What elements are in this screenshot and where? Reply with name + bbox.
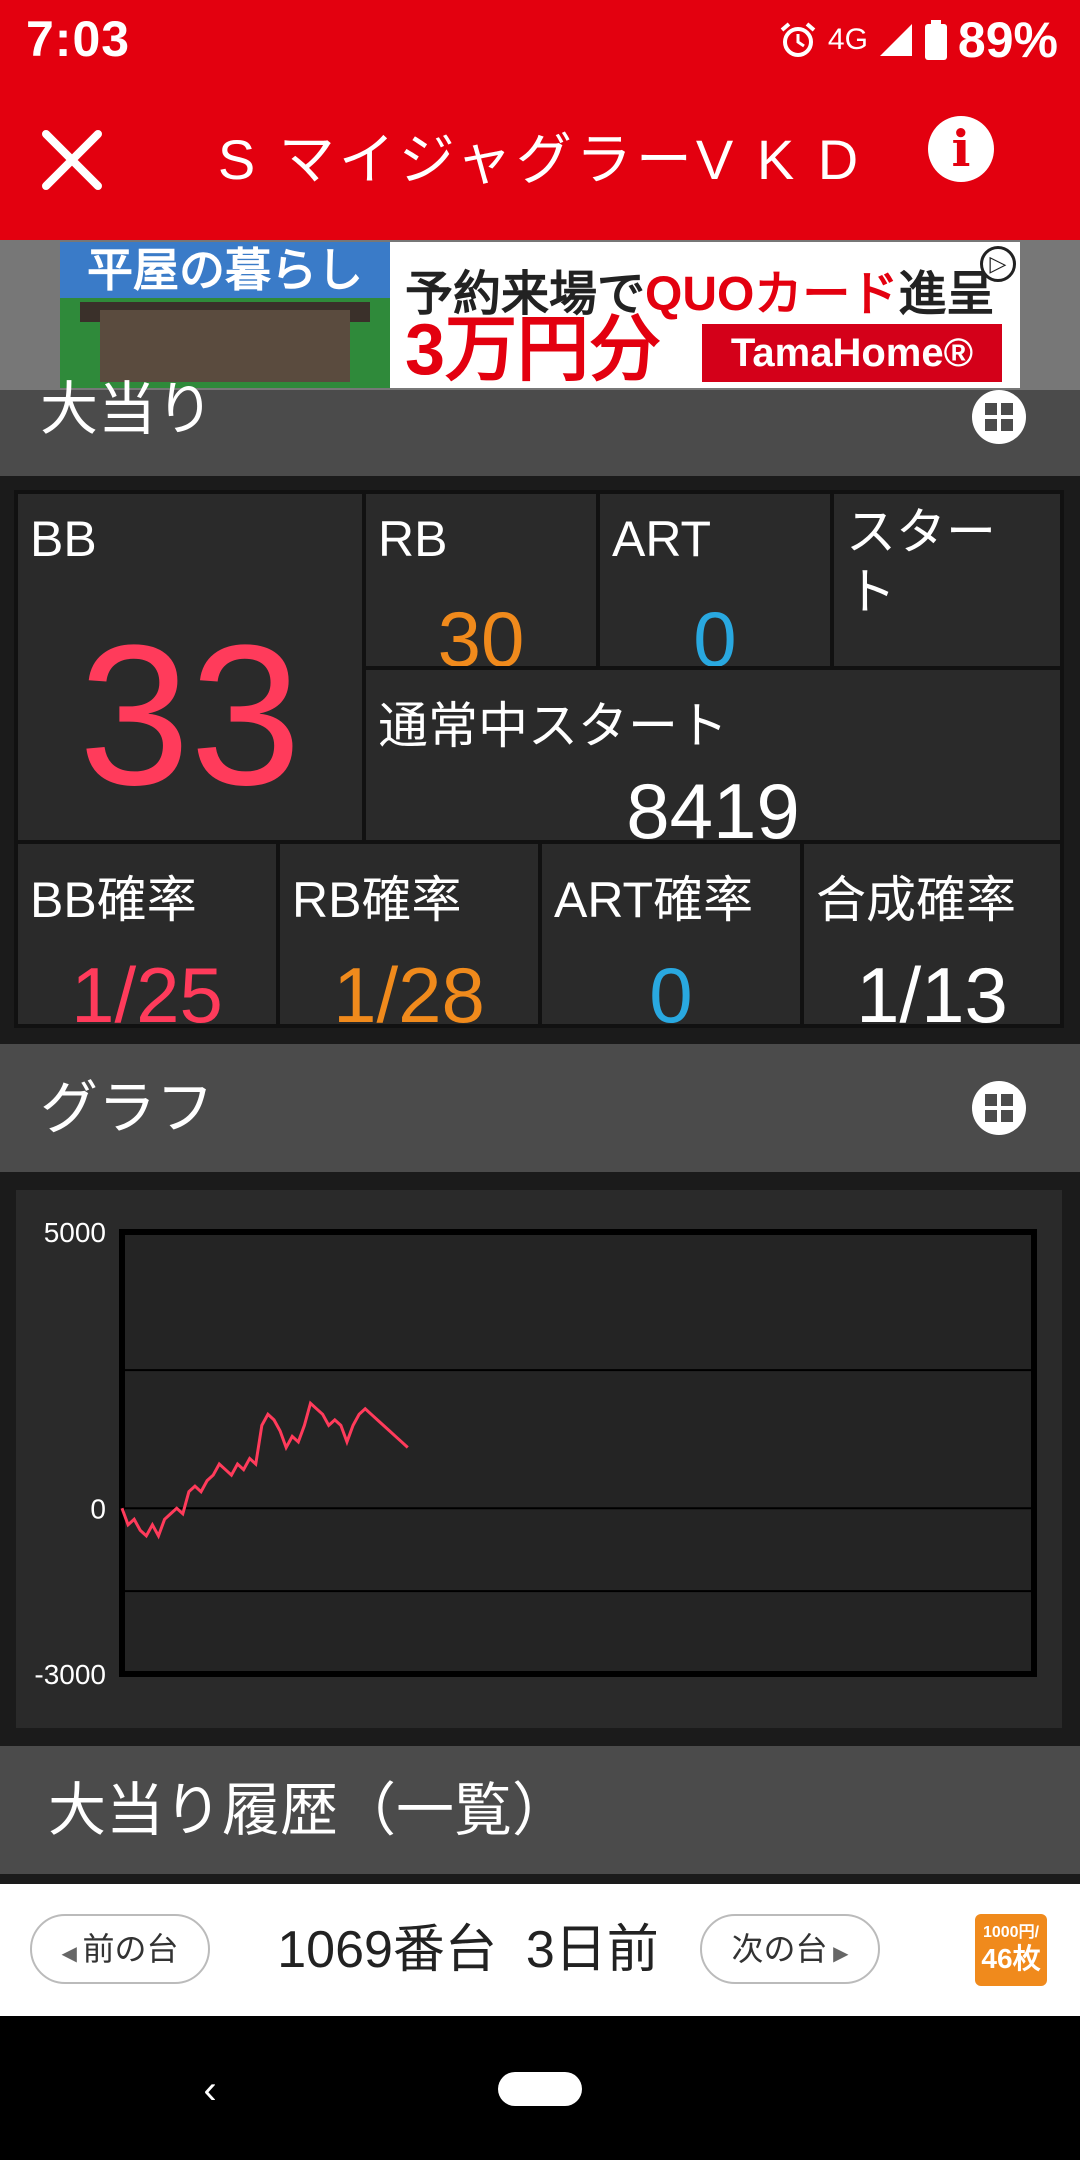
start-label: スタート: [846, 504, 996, 620]
rb-count: 30: [437, 595, 525, 666]
stats-table: BB 33 RB 30 ART 0 スタート 通常中スタート 8419 BB確率…: [14, 490, 1064, 1028]
next-machine-label: 次の台: [731, 1931, 828, 1967]
slump-graph: 5000 0 -3000: [34, 1217, 1037, 1690]
status-bar: 7:03 4G 89%: [0, 0, 1080, 80]
rb-prob-label: RB確率: [292, 872, 462, 928]
rate-badge[interactable]: 1000円/ 46枚: [975, 1914, 1047, 1986]
bb-prob-value: 1/25: [71, 951, 223, 1024]
battery-icon: [924, 20, 947, 60]
bb-prob-label: BB確率: [30, 872, 197, 928]
app-header: S マイジャグラーV K D: [0, 80, 1080, 240]
alarm-icon: [780, 22, 816, 57]
ad-choices-icon[interactable]: ▷: [980, 246, 1016, 282]
art-count: 0: [693, 595, 737, 666]
network-type: 4G: [827, 23, 868, 56]
normal-start-count: 8419: [626, 767, 800, 840]
bb-cell: BB 33: [18, 494, 362, 840]
prev-machine-label: 前の台: [82, 1931, 179, 1967]
status-time: 7:03: [26, 11, 131, 67]
bb-count: 33: [78, 604, 302, 827]
caret-right-icon: ▶: [827, 1943, 849, 1965]
y-tick-label: 5000: [44, 1217, 106, 1248]
next-machine-button[interactable]: 次の台 ▶: [700, 1914, 880, 1984]
ad-banner[interactable]: 平屋の暮らし 予約来場でQUOカード進呈 3万円分 TamaHome® ▷: [60, 242, 1020, 388]
page-title: S マイジャグラーV K D: [217, 128, 863, 191]
art-cell: ART 0: [600, 494, 830, 666]
y-tick-labels: 5000 0 -3000: [34, 1217, 106, 1690]
rate-badge-top: 1000円/: [982, 1924, 1040, 1941]
art-label: ART: [612, 511, 712, 567]
graph-section-title: グラフ: [40, 1076, 215, 1141]
prev-machine-button[interactable]: ◀ 前の台: [30, 1914, 210, 1984]
start-cell: スタート: [834, 494, 1060, 666]
graph-section-header: グラフ: [0, 1044, 1080, 1172]
combined-prob-value: 1/13: [856, 951, 1008, 1024]
grid-icon[interactable]: [972, 390, 1026, 444]
battery-percent: 89%: [957, 12, 1058, 68]
machine-nav-bar: ◀ 前の台 1069番台 3日前 次の台 ▶ 1000円/ 46枚: [0, 1884, 1080, 2016]
combined-prob-cell: 合成確率 1/13: [804, 844, 1060, 1024]
rb-prob-value: 1/28: [333, 951, 485, 1024]
ad-strip-right: [1020, 240, 1080, 390]
ad-image: 平屋の暮らし: [60, 242, 390, 388]
caret-left-icon: ◀: [61, 1943, 83, 1965]
rate-badge-value: 46枚: [981, 1943, 1041, 1974]
normal-start-label: 通常中スタート: [378, 698, 728, 754]
y-tick-label: -3000: [34, 1659, 106, 1690]
rb-label: RB: [378, 511, 448, 567]
home-pill[interactable]: [498, 2072, 582, 2106]
status-indicators: 4G 89%: [778, 10, 1058, 70]
grid-icon[interactable]: [972, 1081, 1026, 1135]
jackpot-section-header: 大当り: [0, 380, 1080, 476]
jackpot-section-title: 大当り: [40, 377, 215, 442]
ad-line1-suffix: 進呈: [898, 268, 995, 321]
combined-prob-label: 合成確率: [816, 872, 1016, 928]
info-icon[interactable]: i: [928, 116, 994, 182]
normal-start-cell: 通常中スタート 8419: [366, 670, 1060, 840]
back-icon[interactable]: ‹: [190, 2070, 230, 2110]
ad-left-title: 平屋の暮らし: [60, 242, 390, 298]
rb-cell: RB 30: [366, 494, 596, 666]
bb-prob-cell: BB確率 1/25: [18, 844, 276, 1024]
rb-prob-cell: RB確率 1/28: [280, 844, 538, 1024]
ad-house: [100, 310, 350, 382]
graph-panel: 5000 0 -3000: [16, 1190, 1062, 1728]
ad-line1-highlight: QUOカード: [645, 268, 899, 321]
art-prob-label: ART確率: [554, 872, 754, 928]
ad-strip-left: [0, 240, 60, 390]
history-section-header: 大当り履歴（一覧）: [0, 1746, 1080, 1874]
system-nav-bar: ‹: [0, 2016, 1080, 2160]
ad-amount: 3万円分: [405, 310, 662, 388]
bb-label: BB: [30, 511, 97, 567]
history-section-title: 大当り履歴（一覧）: [48, 1778, 571, 1843]
y-tick-label: 0: [90, 1493, 106, 1524]
ad-brand: TamaHome®: [702, 324, 1002, 382]
machine-info: 1069番台 3日前: [248, 1914, 688, 1986]
days-ago: 3日前: [525, 1921, 659, 1979]
machine-number: 1069番台: [277, 1921, 497, 1979]
art-prob-cell: ART確率 0: [542, 844, 800, 1024]
signal-icon: [879, 24, 912, 56]
art-prob-value: 0: [649, 951, 693, 1024]
close-icon[interactable]: [40, 128, 104, 192]
